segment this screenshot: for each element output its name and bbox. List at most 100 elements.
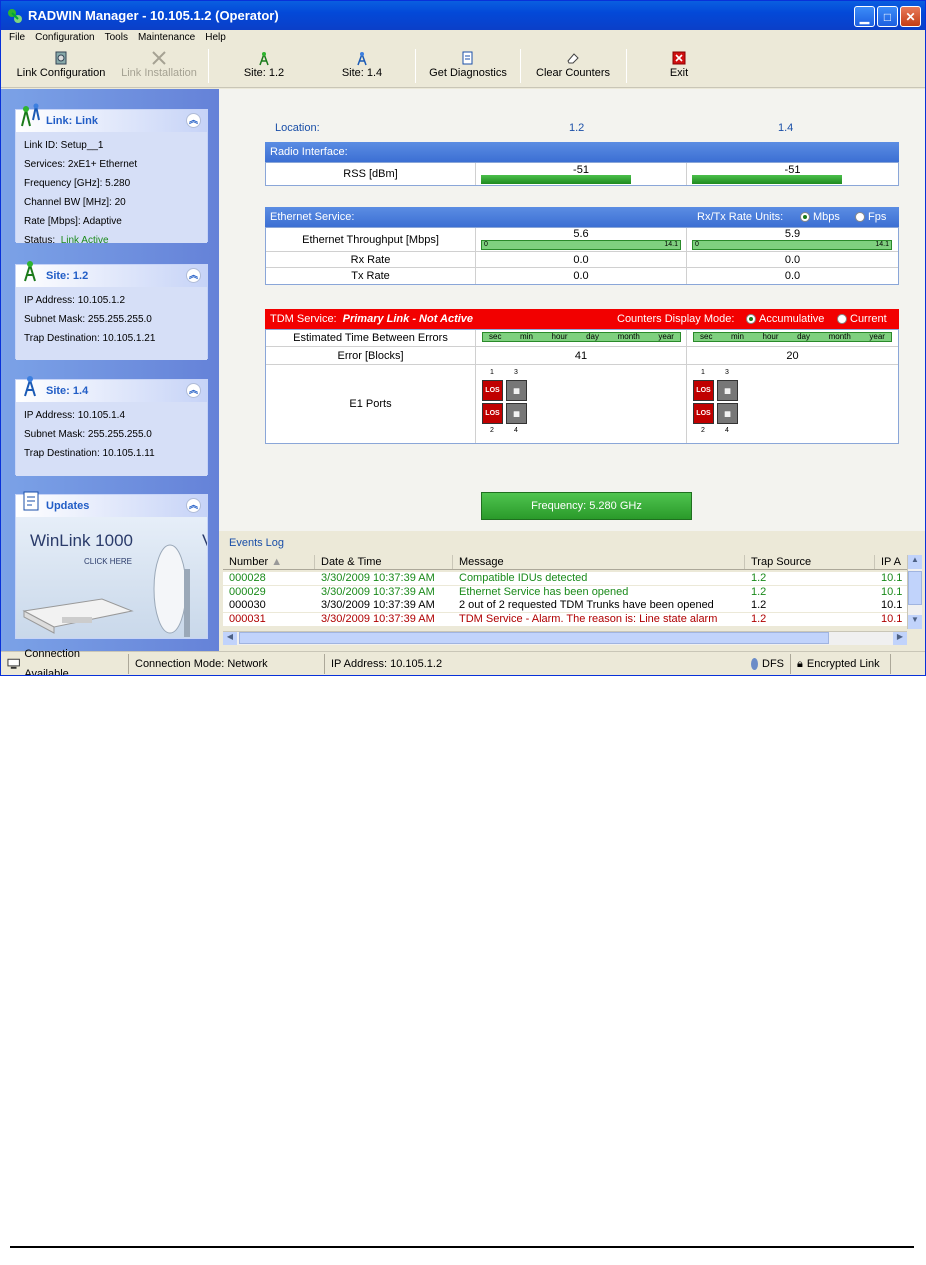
link-antenna-icon	[21, 103, 40, 127]
link-configuration-button[interactable]: Link Configuration	[13, 49, 109, 85]
menu-configuration[interactable]: Configuration	[35, 32, 94, 43]
collapse-chevron-icon[interactable]: ︽	[186, 113, 201, 128]
site-1-panel: Site: 1.2 ︽ IP Address: 10.105.1.2 Subne…	[15, 261, 208, 360]
event-cell-ip: 10.1	[881, 612, 903, 625]
site-2-panel-title: Site: 1.4	[46, 385, 89, 397]
diagnostics-icon	[462, 51, 473, 65]
toolbar: Link Configuration Link Installation Sit…	[1, 45, 925, 88]
winlink-ad-banner[interactable]: WinLink 1000 CLICK HERE V	[16, 517, 207, 638]
site-1-trap: Trap Destination: 10.105.1.21	[24, 333, 156, 344]
col-date-time[interactable]: Date & Time	[315, 555, 453, 569]
collapse-chevron-icon[interactable]: ︽	[186, 498, 201, 513]
horizontal-scroll-thumb[interactable]	[239, 632, 829, 644]
e1-port-2-los[interactable]: LOS	[482, 403, 503, 424]
mode-accumulative-radio[interactable]: Accumulative	[746, 313, 824, 325]
e1-port-4[interactable]: ▦	[717, 403, 738, 424]
link-panel-header[interactable]: Link: Link ︽	[16, 103, 207, 132]
get-diagnostics-button[interactable]: Get Diagnostics	[423, 49, 513, 85]
page-footer-rule	[10, 1246, 914, 1248]
collapse-chevron-icon[interactable]: ︽	[186, 268, 201, 283]
status-ip-address: IP Address: 10.105.1.2	[331, 657, 443, 670]
col-ip-address[interactable]: IP A	[875, 555, 911, 569]
e1-port-4[interactable]: ▦	[506, 403, 527, 424]
menu-help[interactable]: Help	[205, 32, 226, 43]
col-number[interactable]: Number ▲	[223, 555, 315, 569]
tdm-status: Primary Link - Not Active	[342, 313, 474, 325]
link-installation-button[interactable]: Link Installation	[115, 49, 203, 85]
e1-port-2-los[interactable]: LOS	[693, 403, 714, 424]
etbe-label: Estimated Time Between Errors	[266, 330, 476, 346]
main-panel: Location: 1.2 1.4 Radio Interface: RSS […	[219, 89, 925, 531]
link-status-value: Link Active	[60, 235, 109, 246]
link-services: Services: 2xE1+ Ethernet	[24, 159, 138, 170]
error-blocks-site-1: 41	[476, 347, 687, 364]
rx-rate-site-1: 0.0	[476, 252, 687, 267]
ad-subtitle: CLICK HERE	[84, 557, 133, 566]
toolbar-separator	[626, 49, 627, 83]
event-row[interactable]: 000028 3/30/2009 10:37:39 AM Compatible ID…	[223, 572, 911, 585]
event-cell-src: 1.2	[751, 572, 767, 584]
site-1-button[interactable]: Site: 1.2	[233, 49, 295, 85]
etbe-scale-site-2: sec min hour day month year	[693, 332, 892, 342]
rx-rate-site-2: 0.0	[784, 253, 801, 266]
status-connection: Connection Available	[1, 648, 129, 675]
unit-mbps-radio[interactable]: Mbps	[800, 211, 840, 223]
scroll-down-arrow-icon[interactable]: ▼	[908, 615, 922, 629]
menu-tools[interactable]: Tools	[105, 32, 128, 43]
e1-port-1-los[interactable]: LOS	[482, 380, 503, 401]
radio-interface-grid: RSS [dBm] -51 -51	[265, 162, 899, 186]
collapse-chevron-icon[interactable]: ︽	[186, 383, 201, 398]
site-antenna-icon	[259, 52, 269, 66]
scroll-right-arrow-icon[interactable]: ▶	[893, 632, 907, 645]
unit-fps-radio[interactable]: Fps	[855, 211, 886, 223]
tx-rate-label: Tx Rate	[266, 268, 476, 284]
scroll-thumb[interactable]	[908, 571, 922, 605]
event-row[interactable]: 000031 3/30/2009 10:37:39 AM TDM Service -…	[223, 612, 911, 626]
error-blocks-label: Error [Blocks]	[266, 347, 476, 364]
site-2-mask: Subnet Mask: 255.255.255.0	[24, 429, 152, 440]
status-bar: Connection Available Connection Mode: Ne…	[1, 648, 925, 675]
close-button[interactable]: ✕	[900, 6, 921, 27]
col-message[interactable]: Message	[453, 555, 745, 569]
tx-rate-site-1: 0.0	[476, 268, 687, 284]
menu-file[interactable]: File	[9, 32, 25, 43]
e1-ports-site-1: 1 3 LOS ▦ LOS ▦ 2 4	[476, 365, 687, 443]
location-label: Location:	[275, 122, 320, 134]
minimize-button[interactable]: ▁	[854, 6, 875, 27]
event-row[interactable]: 000030 3/30/2009 10:37:39 AM 2 out of 2 re…	[223, 599, 911, 612]
rss-bar-site-1	[481, 175, 631, 184]
e1-port-3[interactable]: ▦	[506, 380, 527, 401]
site-2-button[interactable]: Site: 1.4	[331, 49, 393, 85]
site-1-panel-header[interactable]: Site: 1.2 ︽	[16, 261, 207, 287]
events-horizontal-scrollbar[interactable]: ◀ ▶	[223, 631, 907, 645]
e1-port-3[interactable]: ▦	[717, 380, 738, 401]
events-table-header: Number ▲ Date & Time Message Trap Source…	[223, 555, 911, 570]
scroll-up-arrow-icon[interactable]: ▲	[908, 555, 922, 569]
minimize-icon: ▁	[859, 9, 870, 24]
e1-port-1-los[interactable]: LOS	[693, 380, 714, 401]
exit-button[interactable]: Exit	[661, 49, 697, 85]
toolbar-separator	[520, 49, 521, 83]
menu-bar: File Configuration Tools Maintenance Hel…	[1, 30, 925, 45]
event-cell-dt: 3/30/2009 10:37:39 AM	[321, 572, 435, 584]
tdm-service-grid: Estimated Time Between Errors sec min hour…	[265, 329, 899, 444]
network-connection-icon	[7, 658, 20, 669]
frequency-button[interactable]: Frequency: 5.280 GHz	[481, 492, 692, 520]
title-bar[interactable]: RADWIN Manager - 10.105.1.2 (Operator) ▁…	[1, 1, 925, 30]
updates-panel-header[interactable]: Updates ︽	[16, 491, 207, 517]
tools-icon	[152, 51, 166, 65]
site-2-panel-header[interactable]: Site: 1.4 ︽	[16, 376, 207, 402]
event-cell-ip: 10.1	[881, 572, 903, 584]
events-vertical-scrollbar[interactable]: ▲ ▼	[907, 555, 922, 629]
menu-maintenance[interactable]: Maintenance	[138, 32, 195, 43]
event-cell-dt: 3/30/2009 10:37:39 AM	[321, 612, 435, 625]
col-trap-source[interactable]: Trap Source	[745, 555, 875, 569]
get-diagnostics-label: Get Diagnostics	[429, 67, 507, 79]
scroll-left-arrow-icon[interactable]: ◀	[223, 632, 237, 645]
maximize-button[interactable]: □	[877, 6, 898, 27]
rj45-icon: ▦	[513, 387, 520, 395]
site-2-trap: Trap Destination: 10.105.1.11	[24, 448, 155, 459]
event-row[interactable]: 000029 3/30/2009 10:37:39 AM Ethernet Serv…	[223, 585, 911, 599]
mode-current-radio[interactable]: Current	[837, 313, 887, 325]
clear-counters-button[interactable]: Clear Counters	[529, 49, 617, 85]
